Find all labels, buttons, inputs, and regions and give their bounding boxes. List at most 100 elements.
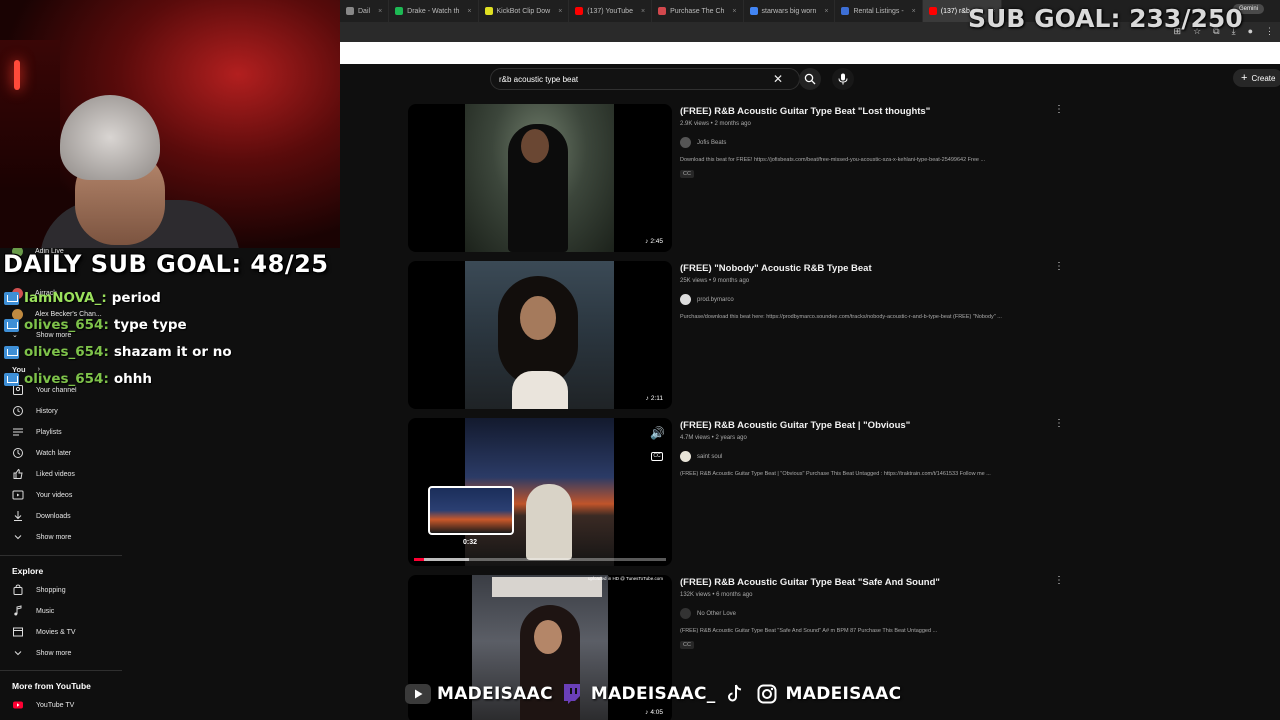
- more-actions-icon[interactable]: ⋮: [1054, 418, 1064, 430]
- tab-favicon-icon: [575, 7, 584, 15]
- video-title[interactable]: (FREE) "Nobody" Acoustic R&B Type Beat: [680, 263, 872, 274]
- sidebar-show-more[interactable]: Show more: [12, 646, 71, 660]
- tab-favicon-icon: [928, 7, 937, 15]
- shopping-bag-icon: [13, 584, 23, 595]
- chat-username: olives_654:: [24, 317, 109, 333]
- channel-name: prod.bymarco: [697, 296, 734, 303]
- sidebar-item-history[interactable]: History: [12, 404, 58, 418]
- tab-favicon-icon: [484, 7, 493, 15]
- sidebar-label: Watch later: [36, 449, 72, 457]
- tab-close-icon[interactable]: ×: [558, 8, 562, 15]
- video-icon: [12, 490, 24, 500]
- video-title[interactable]: (FREE) R&B Acoustic Guitar Type Beat "Sa…: [680, 577, 940, 588]
- scrub-time: 0:32: [463, 539, 478, 546]
- search-button[interactable]: [799, 68, 821, 90]
- chat-text: type type: [113, 317, 187, 333]
- sidebar-label: Downloads: [36, 512, 71, 520]
- watermark-text: uploaded in HD @ TunesToTube.com: [588, 576, 663, 581]
- screen: Dail × Drake - Watch th × KickBot Clip Dow ×(…: [0, 0, 1280, 720]
- more-actions-icon[interactable]: ⋮: [1054, 261, 1064, 273]
- tab-label: Dail: [358, 7, 371, 15]
- channel-link[interactable]: Jofis Beats: [680, 137, 726, 148]
- sidebar-item-movies[interactable]: Movies & TV: [12, 625, 76, 639]
- sidebar-show-more[interactable]: Show more: [12, 530, 71, 544]
- tab-close-icon[interactable]: ×: [732, 8, 736, 15]
- video-description: (FREE) R&B Acoustic Guitar Type Beat "Sa…: [680, 628, 938, 634]
- duration-text: 2:11: [650, 395, 663, 402]
- sidebar-label: YouTube TV: [36, 701, 75, 709]
- instagram-handle: MADEISAAC: [785, 684, 902, 704]
- progress-bar[interactable]: [414, 558, 666, 561]
- chat-message: IamNOVA_: period: [4, 290, 161, 306]
- tab-label: Rental Listings -: [853, 7, 904, 15]
- sidebar-item-music[interactable]: Music: [12, 604, 54, 618]
- video-thumbnail[interactable]: ♪ 2:45: [408, 104, 672, 252]
- tab-favicon-icon: [841, 7, 850, 15]
- browser-tab[interactable]: Purchase The Ch ×: [652, 0, 744, 22]
- sidebar: Adin Live Airrack Alex Becker's Chan... …: [0, 240, 122, 720]
- explore-heading: Explore: [12, 566, 44, 576]
- video-result[interactable]: ♪ 2:11 (FREE) "Nobody" Acoustic R&B Type …: [408, 261, 1068, 411]
- channel-link[interactable]: No Other Love: [680, 608, 736, 619]
- sidebar-item-shopping[interactable]: Shopping: [12, 583, 66, 597]
- sidebar-item-youtube-tv[interactable]: YouTube TV: [12, 698, 74, 712]
- tab-close-icon[interactable]: ×: [467, 8, 471, 15]
- more-actions-icon[interactable]: ⋮: [1054, 575, 1064, 587]
- tab-favicon-icon: [346, 7, 354, 15]
- chat-text: ohhh: [113, 371, 152, 387]
- search-input[interactable]: [499, 74, 773, 84]
- browser-tab[interactable]: (137) YouTube ×: [569, 0, 653, 22]
- browser-tab[interactable]: starwars big worn ×: [744, 0, 836, 22]
- create-button[interactable]: + Create: [1233, 69, 1280, 87]
- video-meta: 2.9K views • 2 months ago: [680, 121, 751, 127]
- menu-dots-icon[interactable]: ⋮: [1265, 26, 1274, 37]
- tab-close-icon[interactable]: ×: [641, 8, 645, 15]
- chat-message: olives_654: ohhh: [4, 371, 152, 387]
- subscriber-badge-icon: [4, 291, 19, 305]
- duration-text: 4:05: [650, 709, 663, 716]
- channel-link[interactable]: prod.bymarco: [680, 294, 734, 305]
- video-description: Download this beat for FREE! https://jof…: [680, 157, 986, 163]
- video-result[interactable]: ♪ 2:45 (FREE) R&B Acoustic Guitar Type Be…: [408, 104, 1068, 254]
- sidebar-label: Liked videos: [36, 470, 75, 478]
- search-box[interactable]: ✕: [490, 68, 800, 90]
- browser-tab[interactable]: Dail ×: [340, 0, 390, 22]
- video-thumbnail[interactable]: ♪ 2:11: [408, 261, 672, 409]
- sidebar-item-playlists[interactable]: Playlists: [12, 425, 62, 439]
- sidebar-item-liked-videos[interactable]: Liked videos: [12, 467, 75, 481]
- sidebar-item-watch-later[interactable]: Watch later: [12, 446, 71, 460]
- tab-label: Drake - Watch th: [407, 7, 460, 15]
- music-note-icon: ♪: [645, 709, 649, 716]
- video-title[interactable]: (FREE) R&B Acoustic Guitar Type Beat "Lo…: [680, 106, 930, 117]
- subscriber-badge-icon: [4, 345, 19, 359]
- more-actions-icon[interactable]: ⋮: [1054, 104, 1064, 116]
- music-note-icon: ♪: [645, 238, 649, 245]
- profile-icon[interactable]: ●: [1248, 26, 1253, 37]
- volume-icon[interactable]: 🔊: [650, 426, 665, 440]
- channel-link[interactable]: saint soul: [680, 451, 722, 462]
- tiktok-logo-icon: [722, 683, 748, 705]
- clear-search-icon[interactable]: ✕: [773, 72, 783, 86]
- sidebar-label: Your channel: [36, 386, 77, 394]
- tab-label: Purchase The Ch: [670, 7, 725, 15]
- browser-tab[interactable]: Drake - Watch th ×: [389, 0, 479, 22]
- tab-close-icon[interactable]: ×: [378, 8, 382, 15]
- video-title[interactable]: (FREE) R&B Acoustic Guitar Type Beat | "…: [680, 420, 910, 431]
- sidebar-item-your-videos[interactable]: Your videos: [12, 488, 72, 502]
- video-result[interactable]: 0:32 🔊 CC (FREE) R&B Acoustic Guitar Typ…: [408, 418, 1068, 568]
- captions-icon[interactable]: CC: [651, 452, 663, 461]
- plus-icon: +: [1241, 72, 1248, 84]
- video-preview-player[interactable]: 0:32 🔊 CC: [408, 418, 672, 566]
- sidebar-label: History: [36, 407, 58, 415]
- tab-label: (137) YouTube: [587, 7, 633, 15]
- tab-close-icon[interactable]: ×: [912, 8, 916, 15]
- browser-tab[interactable]: Rental Listings - ×: [835, 0, 923, 22]
- tab-close-icon[interactable]: ×: [824, 8, 828, 15]
- voice-search-button[interactable]: [832, 68, 854, 90]
- browser-tab[interactable]: KickBot Clip Dow ×: [479, 0, 570, 22]
- sidebar-item-downloads[interactable]: Downloads: [12, 509, 71, 523]
- subscriber-badge-icon: [4, 318, 19, 332]
- tab-favicon-icon: [658, 7, 667, 15]
- twitch-logo-icon: [559, 683, 585, 705]
- channel-avatar: [680, 608, 691, 619]
